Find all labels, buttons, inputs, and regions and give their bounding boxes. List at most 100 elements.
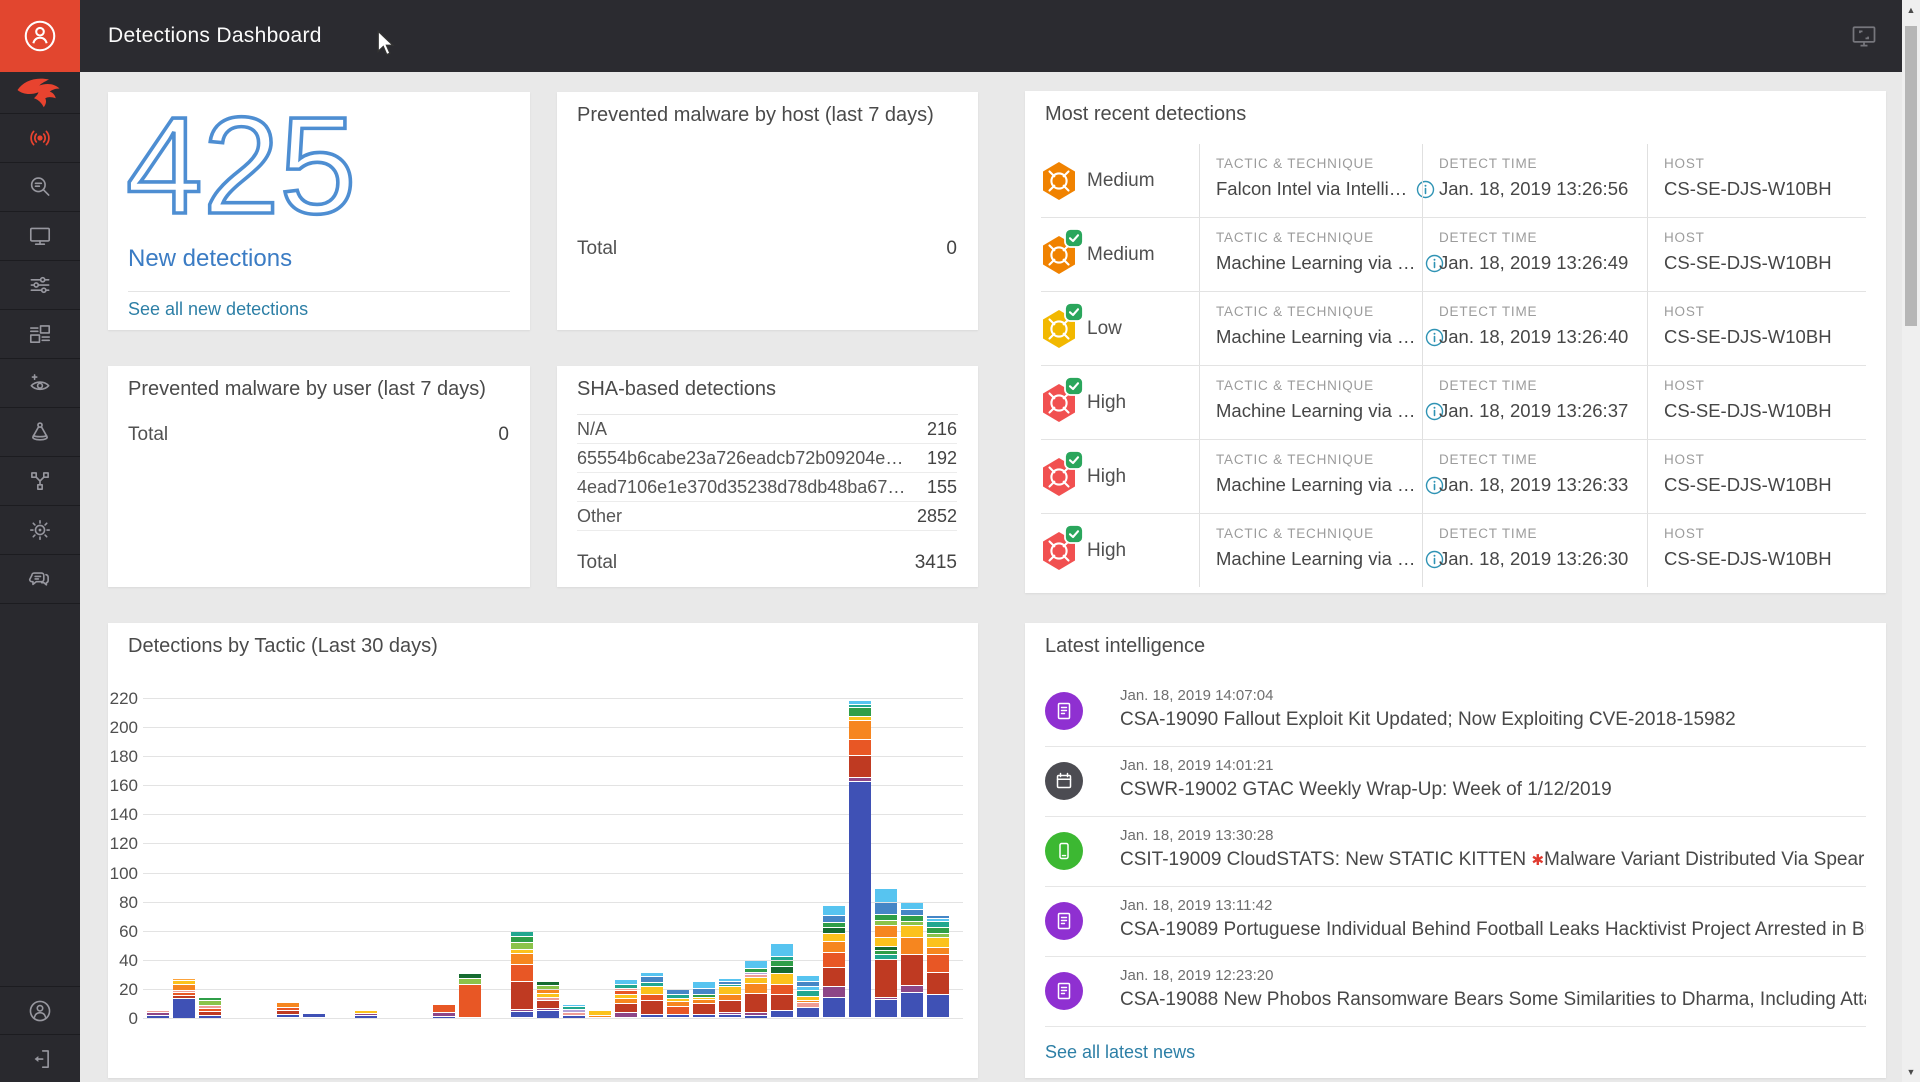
sidebar-item-configuration[interactable]	[0, 261, 80, 310]
detection-row[interactable]: Medium TACTIC & TECHNIQUE Falcon Intel v…	[1041, 144, 1866, 218]
detect-time-cell: DETECT TIME Jan. 18, 2019 13:26:40	[1422, 292, 1647, 365]
bar-segment	[927, 995, 949, 1017]
sandbox-icon	[27, 419, 53, 445]
bar-segment	[615, 989, 637, 991]
stacked-bar[interactable]	[199, 998, 221, 1018]
sidebar-item-investigate[interactable]	[0, 163, 80, 212]
detect-time-column-header: DETECT TIME	[1439, 304, 1647, 319]
intel-item[interactable]: Jan. 18, 2019 13:11:42 CSA-19089 Portugu…	[1045, 887, 1866, 957]
see-all-latest-news-link[interactable]: See all latest news	[1045, 1042, 1195, 1063]
bar-segment	[511, 943, 533, 949]
stacked-bar[interactable]	[615, 980, 637, 1017]
sha-label: 4ead7106e1e370d35238d78db48ba677647a28f8…	[577, 477, 907, 498]
sha-row[interactable]: 65554b6cabe23a726eadcb72b09204e63afc6a76…	[577, 444, 957, 473]
detections-icon	[27, 125, 53, 151]
bar-segment	[433, 1005, 455, 1012]
tactic-column-header: TACTIC & TECHNIQUE	[1216, 452, 1422, 467]
stacked-bar[interactable]	[667, 990, 689, 1017]
stacked-bar[interactable]	[433, 1005, 455, 1018]
sidebar-item-response[interactable]	[0, 506, 80, 555]
sidebar-item-graph[interactable]	[0, 457, 80, 506]
stacked-bar[interactable]	[693, 982, 715, 1018]
scrollbar-thumb[interactable]	[1905, 26, 1917, 326]
intel-item[interactable]: Jan. 18, 2019 13:30:28 CSIT-19009 CloudS…	[1045, 817, 1866, 887]
bar-segment	[745, 969, 767, 972]
sidebar-item-hosts[interactable]	[0, 212, 80, 261]
detection-row[interactable]: High TACTIC & TECHNIQUE Machine Learning…	[1041, 440, 1866, 514]
see-all-new-detections-link[interactable]: See all new detections	[128, 299, 308, 320]
bar-segment	[823, 953, 845, 968]
bar-segment	[615, 999, 637, 1003]
remote-screen-icon[interactable]	[1850, 22, 1878, 55]
bar-segment	[875, 921, 897, 926]
detection-row[interactable]: Low TACTIC & TECHNIQUE Machine Learning …	[1041, 292, 1866, 366]
intel-item[interactable]: Jan. 18, 2019 14:01:21 CSWR-19002 GTAC W…	[1045, 747, 1866, 817]
chart-title: Detections by Tactic (Last 30 days)	[128, 635, 438, 658]
stacked-bar[interactable]	[511, 932, 533, 1017]
sidebar-item-intelligence[interactable]	[0, 359, 80, 408]
sidebar-item-support[interactable]	[0, 555, 80, 604]
stacked-bar[interactable]	[563, 1005, 585, 1018]
stacked-bar[interactable]	[589, 1011, 611, 1018]
bar-segment	[563, 1005, 585, 1007]
stacked-bar[interactable]	[771, 944, 793, 1017]
user-menu-tile[interactable]	[0, 0, 80, 72]
stacked-bar[interactable]	[719, 979, 741, 1018]
bar-segment	[667, 1002, 689, 1006]
bar-segment	[563, 1013, 585, 1015]
host-value: CS-SE-DJS-W10BH	[1664, 474, 1866, 496]
intel-item[interactable]: Jan. 18, 2019 14:07:04 CSA-19090 Fallout…	[1045, 677, 1866, 747]
bar-segment	[641, 987, 663, 995]
stacked-bar[interactable]	[173, 979, 195, 1019]
stacked-bar[interactable]	[823, 906, 845, 1017]
bar-segment	[459, 979, 481, 985]
total-value: 0	[498, 424, 509, 446]
bar-segment	[823, 906, 845, 915]
sidebar-item-logout[interactable]	[0, 1034, 80, 1082]
stacked-bar[interactable]	[277, 1003, 299, 1017]
detection-row[interactable]: Medium TACTIC & TECHNIQUE Machine Learni…	[1041, 218, 1866, 292]
sha-row[interactable]: N/A 216	[577, 415, 957, 444]
crowdstrike-logo[interactable]	[0, 72, 80, 114]
sidebar-item-dashboards[interactable]	[0, 310, 80, 359]
page-scrollbar[interactable]: ▲ ▼	[1902, 0, 1920, 1082]
stacked-bar[interactable]	[927, 916, 949, 1017]
stacked-bar[interactable]	[303, 1014, 325, 1017]
stacked-bar[interactable]	[641, 973, 663, 1017]
tactic-value: Machine Learning via …	[1216, 548, 1416, 570]
prevented-malware-user-card: Prevented malware by user (last 7 days) …	[108, 366, 530, 587]
bar-segment	[875, 951, 897, 954]
detect-time-column-header: DETECT TIME	[1439, 526, 1647, 541]
sidebar-item-profile[interactable]	[0, 986, 80, 1034]
intel-item[interactable]: Jan. 18, 2019 12:23:20 CSA-19088 New Pho…	[1045, 957, 1866, 1027]
sha-row[interactable]: Other 2852	[577, 502, 957, 531]
total-row: Total 0	[128, 424, 509, 446]
detection-row[interactable]: High TACTIC & TECHNIQUE Machine Learning…	[1041, 514, 1866, 587]
bar-segment	[511, 950, 533, 953]
stacked-bar[interactable]	[537, 982, 559, 1018]
calendar-icon	[1055, 772, 1073, 790]
sidebar-item-detections[interactable]	[0, 114, 80, 163]
bar-segment	[849, 717, 871, 720]
stacked-bar[interactable]	[355, 1011, 377, 1018]
sidebar-item-sandbox[interactable]	[0, 408, 80, 457]
stacked-bar[interactable]	[849, 701, 871, 1017]
bar-segment	[199, 1006, 221, 1008]
bar-segment	[511, 982, 533, 1009]
scroll-up-arrow[interactable]: ▲	[1902, 2, 1920, 18]
stacked-bar[interactable]	[797, 976, 819, 1017]
scroll-down-arrow[interactable]: ▼	[1902, 1064, 1920, 1080]
bar-segment	[641, 995, 663, 1000]
sha-row[interactable]: 4ead7106e1e370d35238d78db48ba677647a28f8…	[577, 473, 957, 502]
stacked-bar[interactable]	[147, 1011, 169, 1018]
severity-label: Medium	[1087, 244, 1155, 266]
bar-segment	[745, 961, 767, 967]
severity-label: High	[1087, 540, 1126, 562]
y-axis-tick-label: 20	[108, 980, 138, 1000]
detection-row[interactable]: High TACTIC & TECHNIQUE Machine Learning…	[1041, 366, 1866, 440]
bar-segment	[693, 995, 715, 997]
stacked-bar[interactable]	[875, 889, 897, 1017]
stacked-bar[interactable]	[745, 961, 767, 1017]
stacked-bar[interactable]	[901, 903, 923, 1017]
stacked-bar[interactable]	[459, 974, 481, 1017]
